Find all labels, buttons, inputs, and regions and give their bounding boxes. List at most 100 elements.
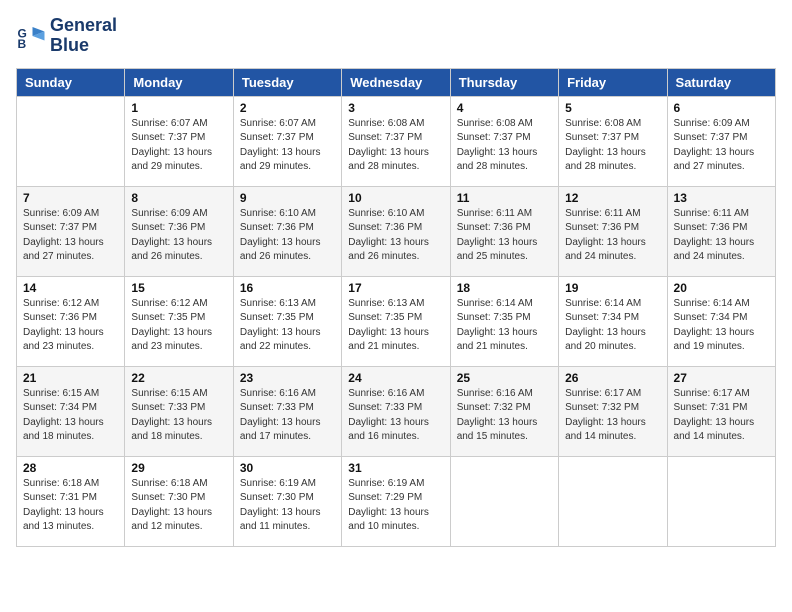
- day-info: Sunrise: 6:15 AM Sunset: 7:33 PM Dayligh…: [131, 387, 226, 445]
- day-info: Sunrise: 6:13 AM Sunset: 7:35 PM Dayligh…: [348, 297, 443, 355]
- day-info: Sunrise: 6:14 AM Sunset: 7:34 PM Dayligh…: [674, 297, 769, 355]
- calendar-cell: 22 Sunrise: 6:15 AM Sunset: 7:33 PM Dayli…: [125, 366, 233, 456]
- calendar-cell: 29 Sunrise: 6:18 AM Sunset: 7:30 PM Dayli…: [125, 456, 233, 546]
- calendar-cell: 7Sunrise: 6:09 AM Sunset: 7:37 PM Daylig…: [17, 186, 125, 276]
- day-info: Sunrise: 6:17 AM Sunset: 7:32 PM Dayligh…: [565, 387, 660, 445]
- day-number: 7: [23, 191, 118, 205]
- calendar-header: SundayMondayTuesdayWednesdayThursdayFrid…: [17, 68, 776, 96]
- day-info: Sunrise: 6:09 AM Sunset: 7:36 PM Dayligh…: [131, 207, 226, 265]
- weekday-header-thursday: Thursday: [450, 68, 558, 96]
- day-info: Sunrise: 6:11 AM Sunset: 7:36 PM Dayligh…: [565, 207, 660, 265]
- day-number: 4: [457, 101, 552, 115]
- weekday-header-row: SundayMondayTuesdayWednesdayThursdayFrid…: [17, 68, 776, 96]
- calendar-cell: [450, 456, 558, 546]
- calendar-cell: 19 Sunrise: 6:14 AM Sunset: 7:34 PM Dayli…: [559, 276, 667, 366]
- day-info: Sunrise: 6:19 AM Sunset: 7:30 PM Dayligh…: [240, 477, 335, 535]
- day-number: 14: [23, 281, 118, 295]
- day-number: 3: [348, 101, 443, 115]
- weekday-header-sunday: Sunday: [17, 68, 125, 96]
- calendar-cell: 24 Sunrise: 6:16 AM Sunset: 7:33 PM Dayli…: [342, 366, 450, 456]
- week-row-5: 28 Sunrise: 6:18 AM Sunset: 7:31 PM Dayli…: [17, 456, 776, 546]
- day-number: 20: [674, 281, 769, 295]
- day-info: Sunrise: 6:16 AM Sunset: 7:32 PM Dayligh…: [457, 387, 552, 445]
- day-number: 19: [565, 281, 660, 295]
- weekday-header-saturday: Saturday: [667, 68, 775, 96]
- calendar-cell: 16 Sunrise: 6:13 AM Sunset: 7:35 PM Dayli…: [233, 276, 341, 366]
- calendar-cell: 9 Sunrise: 6:10 AM Sunset: 7:36 PM Daylig…: [233, 186, 341, 276]
- week-row-4: 21Sunrise: 6:15 AM Sunset: 7:34 PM Dayli…: [17, 366, 776, 456]
- day-info: Sunrise: 6:12 AM Sunset: 7:35 PM Dayligh…: [131, 297, 226, 355]
- logo-text: General Blue: [50, 16, 117, 56]
- weekday-header-tuesday: Tuesday: [233, 68, 341, 96]
- calendar-cell: 30 Sunrise: 6:19 AM Sunset: 7:30 PM Dayli…: [233, 456, 341, 546]
- calendar-cell: 31Sunrise: 6:19 AM Sunset: 7:29 PM Dayli…: [342, 456, 450, 546]
- calendar-cell: 4Sunrise: 6:08 AM Sunset: 7:37 PM Daylig…: [450, 96, 558, 186]
- calendar-cell: 23 Sunrise: 6:16 AM Sunset: 7:33 PM Dayli…: [233, 366, 341, 456]
- calendar-cell: 10 Sunrise: 6:10 AM Sunset: 7:36 PM Dayli…: [342, 186, 450, 276]
- weekday-header-monday: Monday: [125, 68, 233, 96]
- calendar-cell: [667, 456, 775, 546]
- calendar-cell: 1Sunrise: 6:07 AM Sunset: 7:37 PM Daylig…: [125, 96, 233, 186]
- day-number: 31: [348, 461, 443, 475]
- calendar-body: 1Sunrise: 6:07 AM Sunset: 7:37 PM Daylig…: [17, 96, 776, 546]
- day-info: Sunrise: 6:10 AM Sunset: 7:36 PM Dayligh…: [348, 207, 443, 265]
- calendar-cell: [559, 456, 667, 546]
- day-info: Sunrise: 6:12 AM Sunset: 7:36 PM Dayligh…: [23, 297, 118, 355]
- day-number: 28: [23, 461, 118, 475]
- calendar-cell: 26 Sunrise: 6:17 AM Sunset: 7:32 PM Dayli…: [559, 366, 667, 456]
- day-info: Sunrise: 6:10 AM Sunset: 7:36 PM Dayligh…: [240, 207, 335, 265]
- day-info: Sunrise: 6:11 AM Sunset: 7:36 PM Dayligh…: [674, 207, 769, 265]
- weekday-header-friday: Friday: [559, 68, 667, 96]
- day-info: Sunrise: 6:13 AM Sunset: 7:35 PM Dayligh…: [240, 297, 335, 355]
- day-number: 5: [565, 101, 660, 115]
- day-info: Sunrise: 6:07 AM Sunset: 7:37 PM Dayligh…: [240, 117, 335, 175]
- day-info: Sunrise: 6:07 AM Sunset: 7:37 PM Dayligh…: [131, 117, 226, 175]
- day-number: 11: [457, 191, 552, 205]
- day-number: 27: [674, 371, 769, 385]
- day-number: 26: [565, 371, 660, 385]
- day-number: 30: [240, 461, 335, 475]
- calendar-cell: 5Sunrise: 6:08 AM Sunset: 7:37 PM Daylig…: [559, 96, 667, 186]
- day-number: 17: [348, 281, 443, 295]
- day-info: Sunrise: 6:18 AM Sunset: 7:30 PM Dayligh…: [131, 477, 226, 535]
- day-number: 29: [131, 461, 226, 475]
- day-number: 24: [348, 371, 443, 385]
- calendar-table: SundayMondayTuesdayWednesdayThursdayFrid…: [16, 68, 776, 547]
- calendar-cell: 17 Sunrise: 6:13 AM Sunset: 7:35 PM Dayli…: [342, 276, 450, 366]
- svg-text:B: B: [18, 37, 27, 51]
- week-row-1: 1Sunrise: 6:07 AM Sunset: 7:37 PM Daylig…: [17, 96, 776, 186]
- day-info: Sunrise: 6:16 AM Sunset: 7:33 PM Dayligh…: [348, 387, 443, 445]
- day-number: 18: [457, 281, 552, 295]
- calendar-cell: 15 Sunrise: 6:12 AM Sunset: 7:35 PM Dayli…: [125, 276, 233, 366]
- day-info: Sunrise: 6:18 AM Sunset: 7:31 PM Dayligh…: [23, 477, 118, 535]
- page-header: G B General Blue: [16, 16, 776, 56]
- day-number: 23: [240, 371, 335, 385]
- calendar-cell: 13 Sunrise: 6:11 AM Sunset: 7:36 PM Dayli…: [667, 186, 775, 276]
- logo: G B General Blue: [16, 16, 117, 56]
- calendar-cell: [17, 96, 125, 186]
- day-info: Sunrise: 6:11 AM Sunset: 7:36 PM Dayligh…: [457, 207, 552, 265]
- calendar-cell: 2Sunrise: 6:07 AM Sunset: 7:37 PM Daylig…: [233, 96, 341, 186]
- day-number: 10: [348, 191, 443, 205]
- day-number: 25: [457, 371, 552, 385]
- day-number: 12: [565, 191, 660, 205]
- day-info: Sunrise: 6:15 AM Sunset: 7:34 PM Dayligh…: [23, 387, 118, 445]
- day-info: Sunrise: 6:16 AM Sunset: 7:33 PM Dayligh…: [240, 387, 335, 445]
- day-info: Sunrise: 6:14 AM Sunset: 7:34 PM Dayligh…: [565, 297, 660, 355]
- calendar-cell: 18 Sunrise: 6:14 AM Sunset: 7:35 PM Dayli…: [450, 276, 558, 366]
- calendar-cell: 20 Sunrise: 6:14 AM Sunset: 7:34 PM Dayli…: [667, 276, 775, 366]
- calendar-cell: 21Sunrise: 6:15 AM Sunset: 7:34 PM Dayli…: [17, 366, 125, 456]
- day-number: 8: [131, 191, 226, 205]
- day-number: 15: [131, 281, 226, 295]
- day-number: 13: [674, 191, 769, 205]
- calendar-cell: 12 Sunrise: 6:11 AM Sunset: 7:36 PM Dayli…: [559, 186, 667, 276]
- day-number: 6: [674, 101, 769, 115]
- calendar-cell: 28 Sunrise: 6:18 AM Sunset: 7:31 PM Dayli…: [17, 456, 125, 546]
- day-number: 16: [240, 281, 335, 295]
- calendar-cell: 6Sunrise: 6:09 AM Sunset: 7:37 PM Daylig…: [667, 96, 775, 186]
- calendar-cell: 14 Sunrise: 6:12 AM Sunset: 7:36 PM Dayli…: [17, 276, 125, 366]
- day-info: Sunrise: 6:14 AM Sunset: 7:35 PM Dayligh…: [457, 297, 552, 355]
- day-number: 9: [240, 191, 335, 205]
- day-number: 22: [131, 371, 226, 385]
- day-info: Sunrise: 6:17 AM Sunset: 7:31 PM Dayligh…: [674, 387, 769, 445]
